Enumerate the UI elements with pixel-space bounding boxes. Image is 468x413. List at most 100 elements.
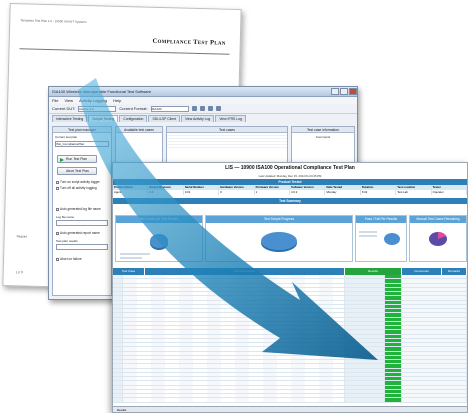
product-val: 2.0 <box>148 190 184 195</box>
pass-cell <box>385 351 402 355</box>
table-cell <box>113 351 123 355</box>
table-cell <box>123 304 345 308</box>
summary-band: Test Summary <box>113 198 467 204</box>
summary-title: Test Scripts Progress <box>206 216 352 223</box>
checkbox-label: Turn on script activity logger <box>60 180 100 184</box>
table-cell <box>402 338 467 342</box>
checkbox-logging-off[interactable]: Turn off all activity logging <box>56 186 97 190</box>
current-dut-select[interactable]: Device 4.0 <box>78 105 117 112</box>
window-controls <box>330 88 357 95</box>
current-plan-field[interactable]: ISA_CompliancePlan <box>55 141 109 147</box>
table-cell <box>113 394 123 398</box>
checkbox-icon <box>56 257 59 261</box>
table-cell <box>345 292 385 296</box>
table-cell <box>345 279 385 283</box>
table-cell <box>113 364 123 368</box>
table-cell <box>123 275 345 279</box>
report-title: LIS — 10900 ISA100 Operational Complianc… <box>225 165 355 171</box>
pass-cell <box>385 283 402 287</box>
gear-icon[interactable] <box>191 106 197 111</box>
window-titlebar[interactable]: ISA100 Wireless Interoperable Functional… <box>49 87 357 97</box>
menu-help[interactable]: Help <box>113 98 121 103</box>
help-icon[interactable] <box>215 106 221 111</box>
table-cell <box>402 326 467 330</box>
table-cell <box>345 300 385 304</box>
table-cell <box>345 287 385 291</box>
pass-cell <box>385 304 402 308</box>
table-cell <box>113 398 123 402</box>
checkbox-script-logger[interactable]: Turn on script activity logger <box>56 180 100 184</box>
menu-activity-logging[interactable]: Activity Logging <box>79 98 107 103</box>
pass-cell <box>385 364 402 368</box>
table-cell <box>345 351 385 355</box>
results-grid-body <box>113 275 467 406</box>
table-cell <box>402 364 467 368</box>
checkbox-auto-report-name[interactable]: Auto generated report name <box>56 231 100 235</box>
col-header-description: Test Description <box>145 268 345 275</box>
log-file-input[interactable] <box>56 220 108 226</box>
summary-test-results: Test Cases per Test Results <box>115 215 203 262</box>
table-cell <box>345 304 385 308</box>
pass-fail-pie-icon <box>359 231 400 245</box>
table-cell <box>123 398 345 402</box>
tab-scripts-testing[interactable]: Scripts Testing <box>88 115 119 122</box>
table-cell <box>113 279 123 283</box>
table-cell <box>345 347 385 351</box>
checkbox-icon <box>56 231 59 235</box>
menu-file[interactable]: File <box>52 98 58 103</box>
document-text-2: 1.0 Ti <box>15 270 24 275</box>
table-cell <box>123 283 345 287</box>
table-cell <box>123 347 345 351</box>
table-cell <box>402 283 467 287</box>
tab-configuration[interactable]: Configuration <box>119 115 148 122</box>
save-icon[interactable] <box>207 106 213 111</box>
pass-cell <box>385 389 402 393</box>
col-header-test-case: Test Case <box>113 268 145 275</box>
refresh-icon[interactable] <box>199 106 205 111</box>
pass-cell <box>385 347 402 351</box>
report-input[interactable] <box>56 244 108 250</box>
document-divider <box>19 48 230 55</box>
pass-cell <box>385 394 402 398</box>
current-format-select[interactable]: ISA100 <box>150 105 189 112</box>
maximize-icon[interactable] <box>340 88 348 95</box>
current-plan-label: Current test plan <box>55 135 78 139</box>
abort-test-plan-button[interactable]: Abort Test Plan <box>57 167 97 175</box>
summary-scripts-progress: Test Scripts Progress <box>205 215 353 262</box>
table-row[interactable] <box>113 398 467 403</box>
summary-pass-fail: Pass / Fail Per Results <box>355 215 407 262</box>
table-cell <box>402 321 467 325</box>
table-cell <box>113 321 123 325</box>
table-cell <box>402 296 467 300</box>
tab-activity-log[interactable]: View Activity Log <box>180 115 215 122</box>
available-tests-title: Available test cases <box>116 127 162 133</box>
run-test-plan-button[interactable]: Run Test Plan <box>57 155 97 163</box>
sheet-tab-results[interactable]: Results <box>117 408 126 412</box>
summary-title: Manual Test Cases Remaining <box>410 216 466 223</box>
pass-cell <box>385 296 402 300</box>
table-cell <box>123 313 345 317</box>
close-icon[interactable] <box>349 88 357 95</box>
tab-sdl-client[interactable]: SDL/LSP Client <box>148 115 180 122</box>
pass-cell <box>385 360 402 364</box>
tab-ifrs-log[interactable]: View IFRS Log <box>215 115 246 122</box>
table-cell <box>402 313 467 317</box>
table-cell <box>402 381 467 385</box>
product-val: 4.6.2 <box>290 190 326 195</box>
pass-cell <box>385 326 402 330</box>
table-cell <box>345 398 385 402</box>
product-val: Test Lab <box>396 190 432 195</box>
tab-interactive-testing[interactable]: Interactive Testing <box>52 115 88 122</box>
menu-view[interactable]: View <box>64 98 73 103</box>
checkbox-abort-on-failure[interactable]: Abort on failure <box>56 257 82 261</box>
list-item[interactable] <box>167 145 287 148</box>
table-cell <box>123 355 345 359</box>
table-cell <box>402 398 467 402</box>
table-cell <box>345 313 385 317</box>
table-cell <box>113 385 123 389</box>
checkbox-auto-log-name[interactable]: Auto generated log file name <box>56 207 101 211</box>
table-cell <box>113 309 123 313</box>
table-cell <box>123 360 345 364</box>
minimize-icon[interactable] <box>331 88 339 95</box>
document-text-1: Require <box>16 234 28 239</box>
